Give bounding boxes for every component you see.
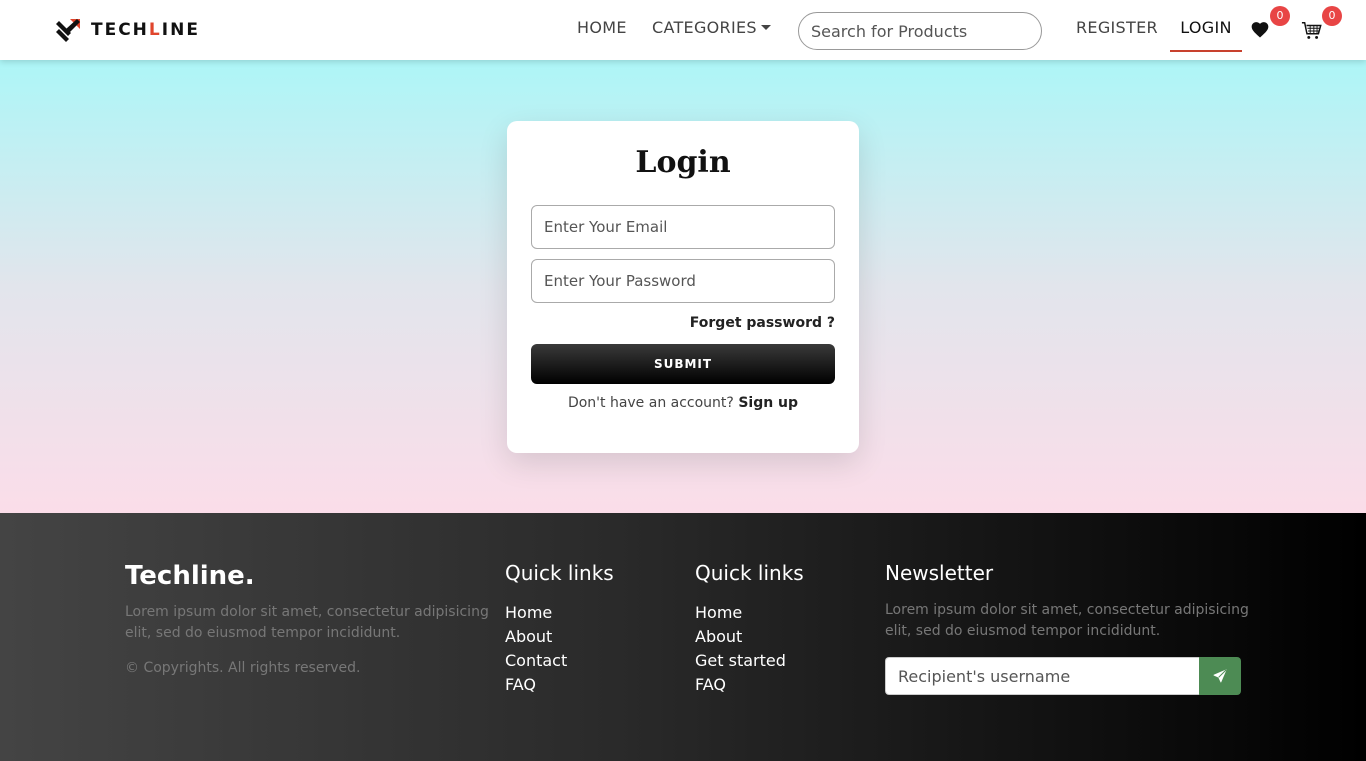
footer-link-faq[interactable]: FAQ bbox=[505, 673, 567, 697]
password-input[interactable] bbox=[531, 259, 835, 303]
login-card: Login Forget password ? SUBMIT Don't hav… bbox=[507, 121, 859, 453]
footer-link-contact[interactable]: Contact bbox=[505, 649, 567, 673]
signup-prompt-text: Don't have an account? bbox=[567, 395, 734, 411]
nav-register-link[interactable]: REGISTER bbox=[1076, 18, 1158, 37]
signup-link[interactable]: Sign up bbox=[738, 395, 798, 411]
quick-links-title-2: Quick links bbox=[695, 561, 804, 585]
quick-links-list-1: Home About Contact FAQ bbox=[505, 601, 567, 697]
footer: Techline. Lorem ipsum dolor sit amet, co… bbox=[0, 513, 1366, 761]
wishlist-heart-icon[interactable] bbox=[1250, 20, 1272, 42]
wishlist-count-badge: 0 bbox=[1270, 6, 1290, 26]
logo-icon bbox=[56, 19, 80, 42]
footer-brand-description: Lorem ipsum dolor sit amet, consectetur … bbox=[125, 604, 489, 641]
cart-count-badge: 0 bbox=[1322, 6, 1342, 26]
footer-link-about[interactable]: About bbox=[695, 625, 786, 649]
navbar: TECHLINE HOME CATEGORIES REGISTER LOGIN … bbox=[0, 0, 1366, 60]
copyright-text: © Copyrights. All rights reserved. bbox=[125, 660, 361, 676]
email-input[interactable] bbox=[531, 205, 835, 249]
caret-down-icon bbox=[760, 24, 771, 30]
login-title: Login bbox=[635, 145, 731, 180]
newsletter-input[interactable] bbox=[885, 657, 1200, 695]
search-input[interactable] bbox=[798, 12, 1042, 50]
signup-prompt: Don't have an account? Sign up bbox=[507, 395, 859, 411]
submit-button[interactable]: SUBMIT bbox=[531, 344, 835, 384]
footer-brand: Techline. bbox=[125, 561, 255, 591]
quick-links-title-1: Quick links bbox=[505, 561, 614, 585]
logo[interactable]: TECHLINE bbox=[56, 16, 200, 44]
footer-link-home[interactable]: Home bbox=[505, 601, 567, 625]
logo-text: TECHLINE bbox=[91, 20, 200, 40]
newsletter-send-button[interactable] bbox=[1199, 657, 1241, 695]
nav-categories-dropdown[interactable]: CATEGORIES bbox=[652, 18, 771, 37]
footer-link-home[interactable]: Home bbox=[695, 601, 786, 625]
footer-link-get-started[interactable]: Get started bbox=[695, 649, 786, 673]
footer-link-faq[interactable]: FAQ bbox=[695, 673, 786, 697]
nav-home-link[interactable]: HOME bbox=[577, 18, 627, 37]
newsletter-description: Lorem ipsum dolor sit amet, consectetur … bbox=[885, 602, 1249, 639]
footer-link-about[interactable]: About bbox=[505, 625, 567, 649]
nav-login-link[interactable]: LOGIN bbox=[1170, 0, 1242, 52]
send-icon bbox=[1213, 669, 1227, 683]
nav-categories-label: CATEGORIES bbox=[652, 18, 757, 37]
forgot-password-link[interactable]: Forget password ? bbox=[690, 315, 835, 331]
quick-links-list-2: Home About Get started FAQ bbox=[695, 601, 786, 697]
cart-icon[interactable] bbox=[1301, 20, 1323, 42]
login-section: Login Forget password ? SUBMIT Don't hav… bbox=[0, 60, 1366, 513]
newsletter-title: Newsletter bbox=[885, 561, 994, 585]
